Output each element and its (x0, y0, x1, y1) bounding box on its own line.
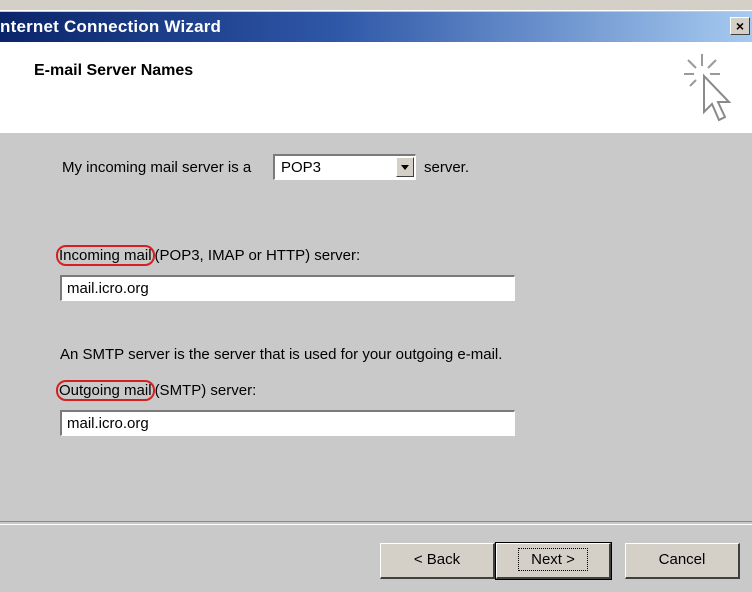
outgoing-server-value: mail.icro.org (67, 415, 149, 432)
wizard-header: E-mail Server Names (0, 42, 752, 133)
wizard-window: nternet Connection Wizard × E-mail Serve… (0, 0, 752, 592)
header-divider (0, 132, 752, 133)
next-button-label: Next > (518, 548, 588, 571)
incoming-mail-annotation: Incoming mail (56, 245, 155, 266)
incoming-server-input[interactable]: mail.icro.org (60, 275, 515, 301)
incoming-type-prefix: My incoming mail server is a (62, 159, 252, 176)
next-button[interactable]: Next > (495, 542, 612, 580)
close-button[interactable]: × (730, 17, 750, 35)
footer-divider (0, 521, 752, 525)
back-button[interactable]: < Back (380, 543, 495, 579)
cancel-button[interactable]: Cancel (625, 543, 740, 579)
page-title: E-mail Server Names (34, 62, 194, 79)
smtp-info-text: An SMTP server is the server that is use… (60, 346, 503, 363)
incoming-label-rest: (POP3, IMAP or HTTP) server: (154, 247, 361, 264)
title-bar[interactable]: nternet Connection Wizard × (0, 12, 752, 42)
incoming-type-suffix: server. (424, 159, 470, 176)
incoming-server-value: mail.icro.org (67, 280, 149, 297)
window-title: nternet Connection Wizard (0, 17, 222, 36)
incoming-server-label: Incoming mail (POP3, IMAP or HTTP) server… (56, 245, 361, 266)
outgoing-label-rest: (SMTP) server: (154, 382, 257, 399)
incoming-type-value: POP3 (281, 159, 322, 176)
chevron-down-icon[interactable] (396, 157, 414, 177)
outgoing-server-input[interactable]: mail.icro.org (60, 410, 515, 436)
incoming-type-select[interactable]: POP3 (273, 154, 416, 180)
outgoing-mail-annotation: Outgoing mail (56, 380, 155, 401)
outgoing-server-label: Outgoing mail (SMTP) server: (56, 380, 257, 401)
wizard-sparkle-cursor-icon (684, 54, 732, 122)
window-frame-top (0, 0, 752, 11)
